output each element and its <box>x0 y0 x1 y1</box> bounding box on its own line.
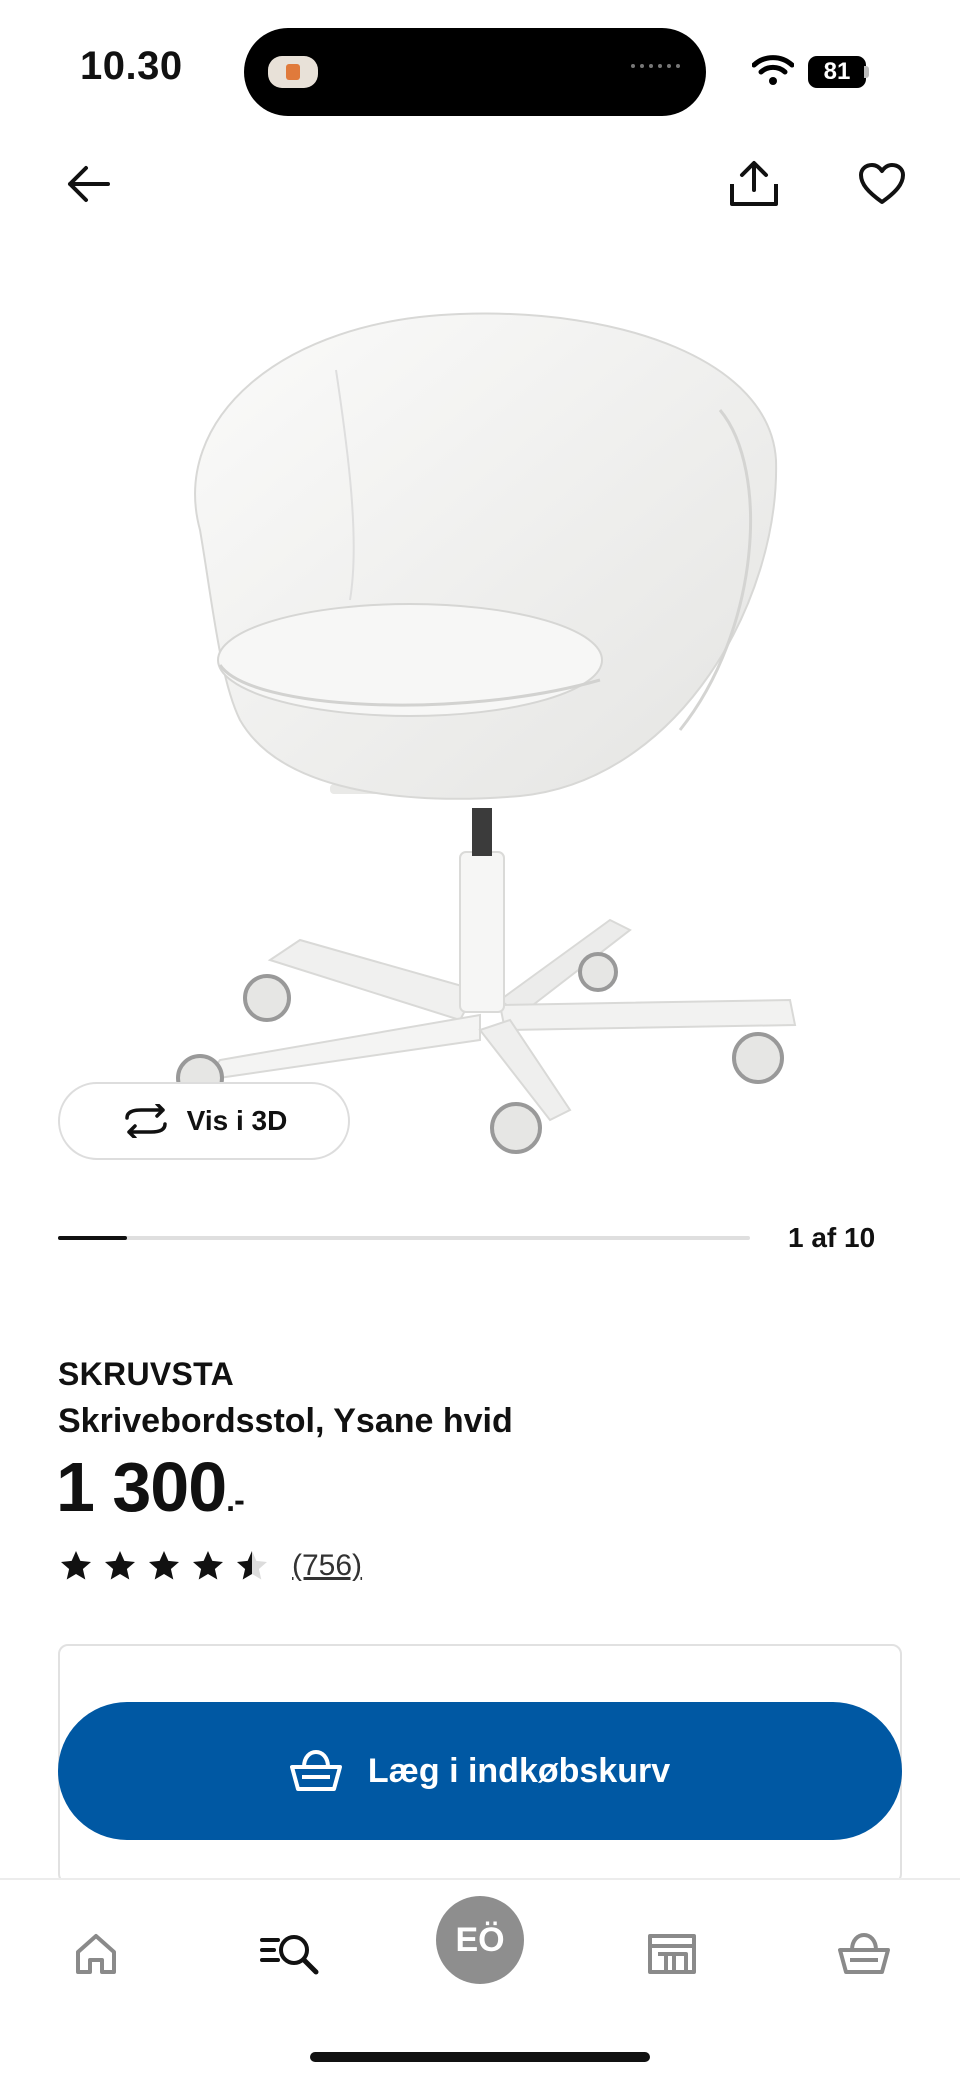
product-rating[interactable]: (756) <box>58 1548 362 1584</box>
shopping-basket-icon <box>289 1749 342 1791</box>
price-value: 1 300 <box>56 1448 227 1526</box>
star-full-icon <box>61 1551 91 1580</box>
add-to-cart-button[interactable]: Læg i indkøbskurv <box>58 1702 902 1840</box>
gallery-counter: 1 af 10 <box>788 1222 876 1253</box>
cart-icon <box>838 1932 890 1974</box>
product-name: SKRUVSTA <box>58 1356 235 1392</box>
star-full-icon <box>149 1551 179 1580</box>
rotate-3d-icon <box>124 1104 167 1138</box>
wifi-icon <box>752 55 794 85</box>
status-time: 10.30 <box>80 44 183 88</box>
review-count-link[interactable]: (756) <box>292 1549 362 1583</box>
arrow-left-icon <box>68 166 110 202</box>
view-in-3d-button[interactable]: Vis i 3D <box>58 1082 350 1160</box>
gallery-progress-fill <box>58 1236 128 1240</box>
nav-store[interactable] <box>632 1924 712 1984</box>
nav-profile-avatar[interactable]: EÖ <box>436 1896 524 1984</box>
bottom-navigation: EÖ <box>0 1878 960 2081</box>
live-activity-app-icon <box>268 56 318 88</box>
battery-level: 81 <box>808 56 866 88</box>
battery-cap <box>864 66 869 78</box>
gallery-progress-bar <box>58 1236 750 1240</box>
star-half-icon <box>237 1551 267 1580</box>
search-icon <box>260 1935 319 1975</box>
view-in-3d-label: Vis i 3D <box>186 1105 288 1136</box>
star-full-icon <box>193 1551 223 1580</box>
price-suffix: .- <box>226 1482 245 1518</box>
share-icon <box>730 161 778 206</box>
dynamic-island <box>244 28 706 116</box>
island-dots <box>631 64 680 68</box>
nav-home[interactable] <box>56 1924 136 1984</box>
add-to-cart-label: Læg i indkøbskurv <box>367 1751 671 1790</box>
home-indicator[interactable] <box>310 2052 650 2062</box>
nav-cart[interactable] <box>824 1924 904 1984</box>
home-icon <box>76 1934 116 1974</box>
product-price: 1 300.- <box>56 1452 245 1522</box>
product-description: Skrivebordsstol, Ysane hvid <box>58 1402 513 1440</box>
store-icon <box>648 1934 696 1974</box>
share-button[interactable] <box>726 156 782 212</box>
nav-search[interactable] <box>250 1924 330 1984</box>
product-image[interactable] <box>160 300 800 1180</box>
favorite-button[interactable] <box>854 156 910 212</box>
heart-icon <box>859 163 905 204</box>
back-button[interactable] <box>60 156 116 212</box>
star-full-icon <box>105 1551 135 1580</box>
